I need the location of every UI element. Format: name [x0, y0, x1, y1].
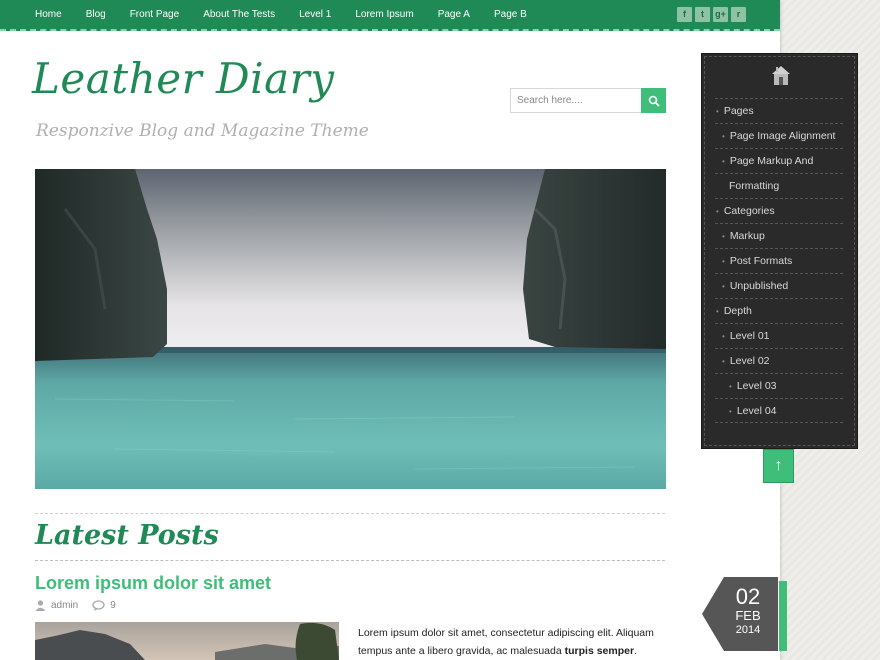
date-accent-bar [779, 581, 787, 651]
sidebar-item-pages[interactable]: • Pages [715, 98, 843, 123]
post-author[interactable]: admin [35, 600, 78, 611]
top-navigation-bar: Home Blog Front Page About The Tests Lev… [0, 0, 780, 31]
hero-image [35, 169, 666, 489]
sidebar-item-depth[interactable]: • Depth [715, 298, 843, 323]
social-links: f t g+ r [677, 7, 746, 22]
sidebar-menu: • Pages • Page Image Alignment • Page Marku… [701, 53, 858, 449]
nav-blog[interactable]: Blog [74, 0, 118, 30]
sidebar-item-markup[interactable]: • Markup [715, 223, 843, 248]
scroll-to-top-button[interactable]: ↑ [763, 449, 794, 483]
site-title[interactable]: Leather Diary [32, 54, 334, 103]
sidebar-menu-list: • Pages • Page Image Alignment • Page Marku… [715, 98, 843, 423]
sidebar-item-level-01[interactable]: • Level 01 [715, 323, 843, 348]
rss-icon[interactable]: r [731, 7, 746, 22]
post-meta: admin 9 [35, 600, 130, 611]
post-excerpt: Lorem ipsum dolor sit amet, consectetur … [358, 624, 658, 660]
date-month: FEB [735, 608, 761, 623]
nav-about-the-tests[interactable]: About The Tests [191, 0, 287, 30]
date-text: 02 FEB 2014 [722, 585, 774, 637]
post-comment-count: 9 [110, 600, 116, 611]
post-thumbnail[interactable] [35, 622, 339, 660]
user-icon [35, 600, 46, 611]
sidebar-item-level-02[interactable]: • Level 02 [715, 348, 843, 373]
main-nav: Home Blog Front Page About The Tests Lev… [23, 0, 539, 30]
post-author-name: admin [51, 600, 79, 611]
divider [35, 560, 665, 561]
nav-page-b[interactable]: Page B [482, 0, 539, 30]
sidebar-item-post-formats[interactable]: • Post Formats [715, 248, 843, 273]
nav-lorem-ipsum[interactable]: Lorem Ipsum [343, 0, 425, 30]
search-icon [648, 95, 660, 107]
home-icon[interactable] [772, 66, 790, 91]
facebook-icon[interactable]: f [677, 7, 692, 22]
sidebar-item-categories[interactable]: • Categories [715, 198, 843, 223]
post-date-badge: 02 FEB 2014 [702, 577, 778, 651]
post-comments[interactable]: 9 [92, 600, 116, 611]
twitter-icon[interactable]: t [695, 7, 710, 22]
sidebar-item-page-markup-and-formatting-cont[interactable]: Formatting [715, 173, 843, 198]
sidebar-item-unpublished[interactable]: • Unpublished [715, 273, 843, 298]
sidebar-item-level-03[interactable]: • Level 03 [715, 373, 843, 398]
sidebar-item-page-image-alignment[interactable]: • Page Image Alignment [715, 123, 843, 148]
nav-level-1[interactable]: Level 1 [287, 0, 343, 30]
nav-home[interactable]: Home [23, 0, 74, 30]
post-title-link[interactable]: Lorem ipsum dolor sit amet [35, 573, 271, 594]
sidebar-item-page-markup-and-formatting[interactable]: • Page Markup And [715, 148, 843, 173]
sidebar-item-level-04[interactable]: • Level 04 [715, 398, 843, 423]
latest-posts-heading: Latest Posts [35, 520, 219, 551]
nav-page-a[interactable]: Page A [426, 0, 482, 30]
date-day: 02 [735, 584, 761, 609]
nav-front-page[interactable]: Front Page [118, 0, 191, 30]
comment-icon [92, 600, 105, 611]
page-container: Home Blog Front Page About The Tests Lev… [0, 0, 780, 660]
excerpt-bold-text: turpis semper [564, 645, 635, 657]
divider [35, 513, 665, 514]
site-tagline: Responzive Blog and Magazine Theme [36, 121, 369, 141]
search-input[interactable] [510, 88, 641, 113]
search-button[interactable] [641, 88, 666, 113]
search-form [510, 88, 666, 113]
google-plus-icon[interactable]: g+ [713, 7, 728, 22]
date-year: 2014 [735, 624, 761, 636]
